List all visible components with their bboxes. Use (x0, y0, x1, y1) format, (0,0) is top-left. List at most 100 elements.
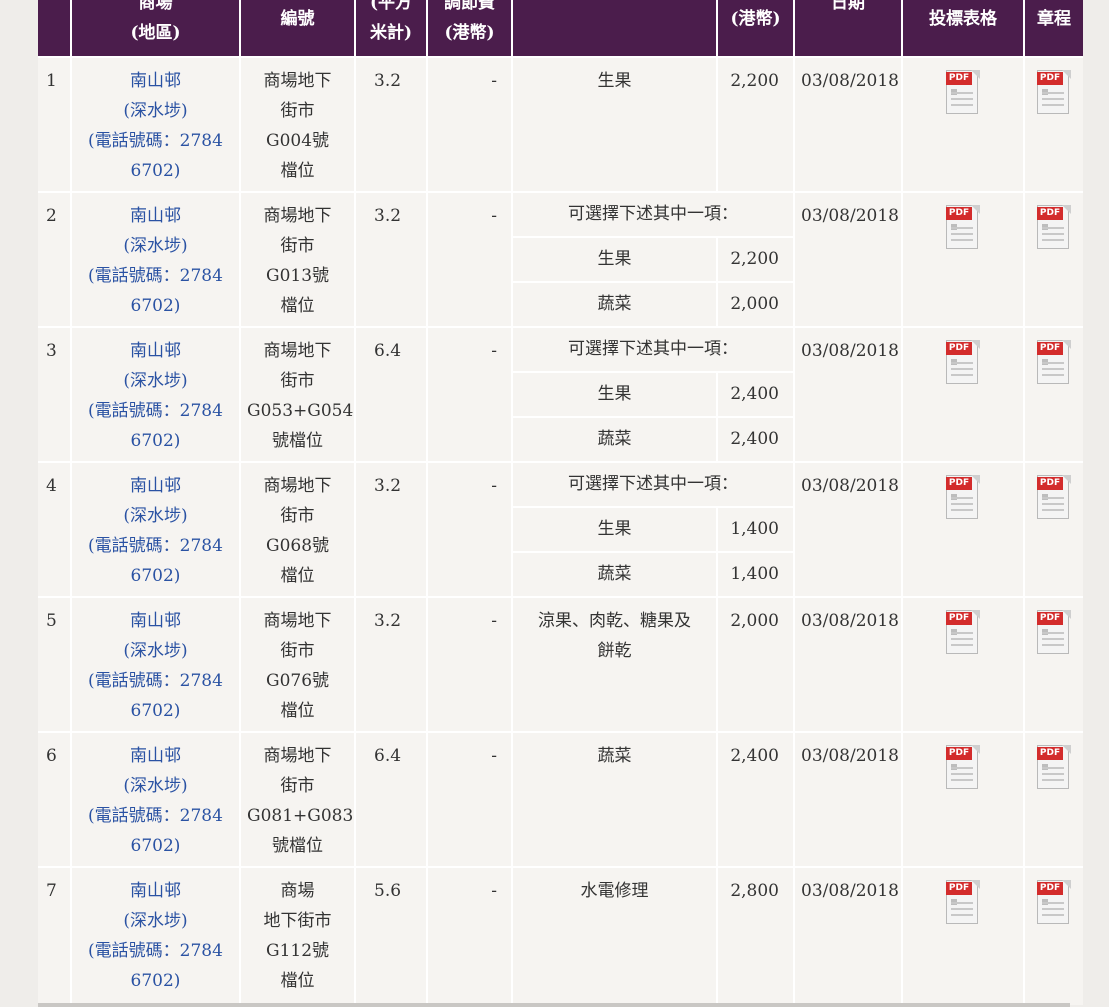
stall-area: 5.6 (356, 868, 426, 1005)
header-date-label: 日期 (831, 0, 865, 13)
market-link[interactable]: 南山邨 (深水埗) (電話號碼：2784 6702) (72, 733, 239, 866)
stall-area: 6.4 (356, 328, 426, 461)
min-rent: 2,000 (718, 598, 793, 731)
market-link[interactable]: 南山邨 (深水埗) (電話號碼：2784 6702) (72, 463, 239, 596)
header-fee-line1: 調節費 (444, 0, 495, 13)
market-line: 6702) (130, 971, 181, 991)
tender-table-container: 商場 (地區) 編號 (平方 米計) 調節費 (港幣) (港幣) 日期 投標表格… (38, 0, 1083, 1007)
tender-form-pdf-icon[interactable]: PDF (946, 880, 980, 924)
adjust-fee: - (428, 868, 511, 1005)
market-line: 6702) (130, 701, 181, 721)
row-number: 2 (38, 193, 70, 326)
stall-code-line: G068號 (265, 536, 330, 556)
market-line: 6702) (130, 296, 181, 316)
pdf-label: PDF (1037, 882, 1063, 895)
stall-code: 商場地下 街市 G004號 檔位 (241, 58, 354, 191)
pdf-label: PDF (946, 747, 972, 760)
trade: 生果 (513, 58, 716, 191)
pdf-label: PDF (1037, 342, 1063, 355)
tender-date: 03/08/2018 (795, 598, 901, 731)
tender-date: 03/08/2018 (795, 58, 901, 191)
stall-code-line: 號檔位 (272, 431, 323, 451)
rules-pdf-icon[interactable]: PDF (1037, 610, 1071, 654)
tender-date: 03/08/2018 (795, 733, 901, 866)
trade: 涼果、肉乾、糖果及 餅乾 (513, 598, 716, 731)
rules-pdf-icon[interactable]: PDF (1037, 205, 1071, 249)
header-rent: (港幣) (718, 0, 793, 56)
market-line: (深水埗) (123, 101, 188, 121)
rules-pdf-icon[interactable]: PDF (1037, 475, 1071, 519)
choose-one-label: 可選擇下述其中一項： (513, 193, 793, 236)
market-line: (深水埗) (123, 911, 188, 931)
adjust-fee: - (428, 328, 511, 461)
rules-pdf-icon[interactable]: PDF (1037, 70, 1071, 114)
market-link[interactable]: 南山邨 (深水埗) (電話號碼：2784 6702) (72, 598, 239, 731)
tender-form-cell: PDF (903, 193, 1023, 326)
stall-code-line: 地下街市 (263, 911, 332, 931)
tender-form-pdf-icon[interactable]: PDF (946, 340, 980, 384)
choose-one-label: 可選擇下述其中一項： (513, 463, 793, 506)
market-line: 南山邨 (130, 71, 181, 91)
stall-code-line: G053+G054 (247, 401, 354, 421)
tender-date: 03/08/2018 (795, 193, 901, 326)
market-line: 6702) (130, 161, 181, 181)
rules-pdf-icon[interactable]: PDF (1037, 340, 1071, 384)
tender-date: 03/08/2018 (795, 328, 901, 461)
pdf-label: PDF (1037, 207, 1063, 220)
stall-area: 3.2 (356, 598, 426, 731)
stall-code-line: G081+G083 (247, 806, 354, 826)
header-fee: 調節費 (港幣) (428, 0, 511, 56)
tender-form-cell: PDF (903, 733, 1023, 866)
stall-code-line: 商場地下 (263, 71, 332, 91)
tender-date: 03/08/2018 (795, 463, 901, 596)
market-line: 6702) (130, 431, 181, 451)
header-area-line1: (平方 (369, 0, 413, 13)
tender-form-pdf-icon[interactable]: PDF (946, 475, 980, 519)
stall-code-line: 商場地下 (263, 206, 332, 226)
option-rent: 2,400 (718, 418, 793, 461)
market-link[interactable]: 南山邨 (深水埗) (電話號碼：2784 6702) (72, 328, 239, 461)
stall-code-line: 街市 (280, 776, 315, 796)
stall-code-line: 檔位 (280, 566, 315, 586)
stall-code-line: 商場地下 (263, 746, 332, 766)
trade-line: 涼果、肉乾、糖果及 (538, 611, 691, 631)
stall-code-line: 商場地下 (263, 611, 332, 631)
tender-form-cell: PDF (903, 328, 1023, 461)
market-line: 南山邨 (130, 206, 181, 226)
tender-table: 商場 (地區) 編號 (平方 米計) 調節費 (港幣) (港幣) 日期 投標表格… (38, 0, 1083, 1005)
header-rules: 章程 (1025, 0, 1083, 56)
tender-form-cell: PDF (903, 598, 1023, 731)
header-area-line2: 米計) (369, 23, 413, 43)
trade-options: 可選擇下述其中一項： 生果 1,400 蔬菜 1,400 (513, 463, 793, 596)
tender-form-pdf-icon[interactable]: PDF (946, 610, 980, 654)
market-link[interactable]: 南山邨 (深水埗) (電話號碼：2784 6702) (72, 868, 239, 1005)
stall-code-line: G004號 (265, 131, 330, 151)
stall-area: 6.4 (356, 733, 426, 866)
rules-pdf-icon[interactable]: PDF (1037, 880, 1071, 924)
tender-form-pdf-icon[interactable]: PDF (946, 745, 980, 789)
row-number: 3 (38, 328, 70, 461)
rules-cell: PDF (1025, 58, 1083, 191)
min-rent: 2,400 (718, 733, 793, 866)
market-line: 南山邨 (130, 341, 181, 361)
rules-pdf-icon[interactable]: PDF (1037, 745, 1071, 789)
row-number: 6 (38, 733, 70, 866)
stall-code-line: 檔位 (280, 296, 315, 316)
pdf-label: PDF (946, 207, 972, 220)
rules-cell: PDF (1025, 193, 1083, 326)
option-rent: 1,400 (718, 553, 793, 596)
tender-form-pdf-icon[interactable]: PDF (946, 70, 980, 114)
market-link[interactable]: 南山邨 (深水埗) (電話號碼：2784 6702) (72, 58, 239, 191)
header-area: (平方 米計) (356, 0, 426, 56)
row-number: 1 (38, 58, 70, 191)
market-link[interactable]: 南山邨 (深水埗) (電話號碼：2784 6702) (72, 193, 239, 326)
market-line: (深水埗) (123, 236, 188, 256)
option-trade: 生果 (513, 373, 716, 416)
tender-form-pdf-icon[interactable]: PDF (946, 205, 980, 249)
header-market-line1: 商場 (138, 0, 173, 13)
header-date: 日期 (795, 0, 901, 56)
pdf-label: PDF (946, 72, 972, 85)
market-line: 6702) (130, 836, 181, 856)
adjust-fee: - (428, 193, 511, 326)
pdf-label: PDF (946, 342, 972, 355)
